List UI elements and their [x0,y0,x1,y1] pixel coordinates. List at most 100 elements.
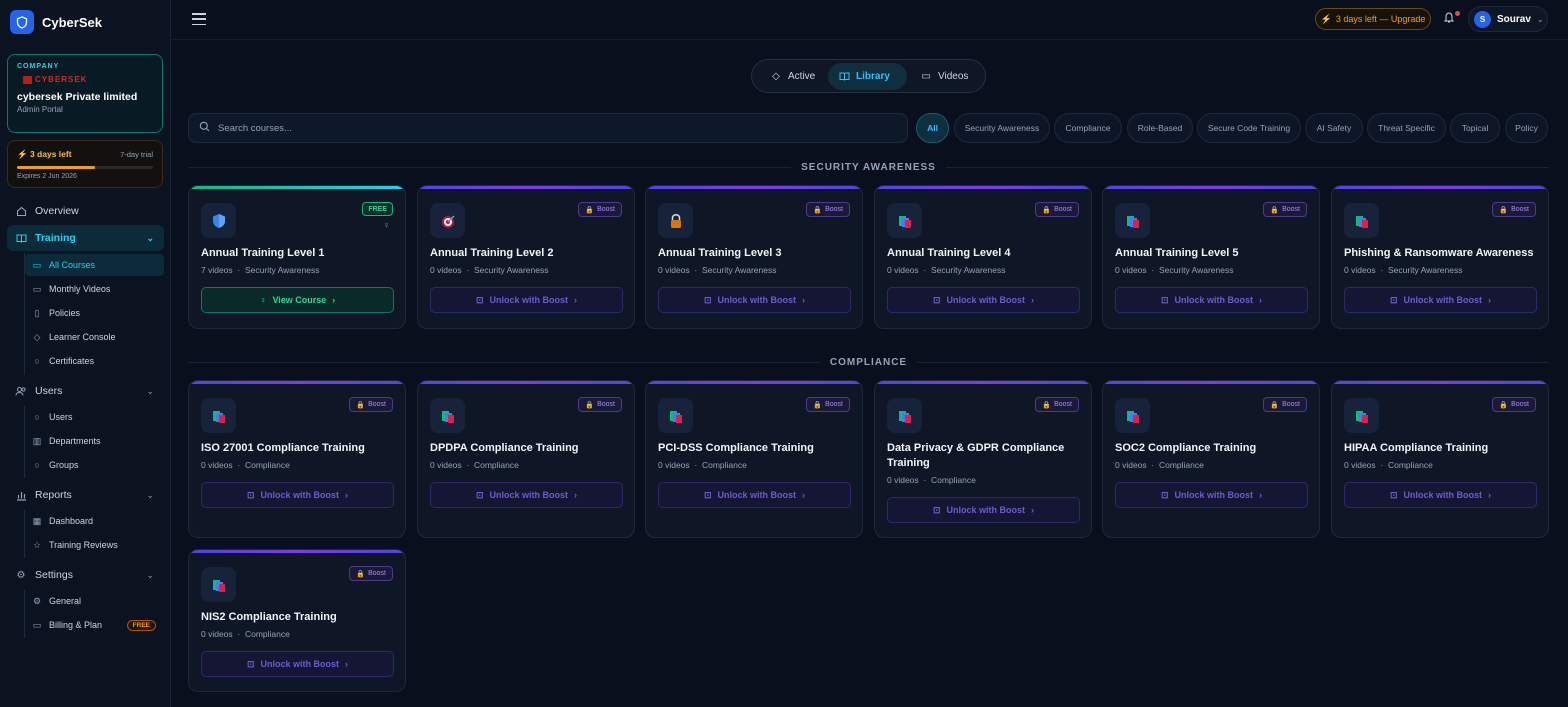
sidebar-item-users[interactable]: Users ⌄ [7,378,164,404]
unlock-with-boost-button[interactable]: ⊡ Unlock with Boost › [430,482,623,508]
course-title: Annual Training Level 1 [201,247,325,259]
company-name: cybersek Private limited [17,91,138,103]
filter-chip-security-awareness[interactable]: Security Awareness [954,113,1050,143]
books-icon [1115,203,1150,238]
sidebar: CyberSek COMPANY CYBERSEK cybersek Priva… [0,0,171,707]
lock-icon: ⊡ [1160,294,1169,305]
unlock-with-boost-button[interactable]: ⊡ Unlock with Boost › [658,482,851,508]
course-title: Annual Training Level 3 [658,247,782,259]
filter-chip-threat-specific[interactable]: Threat Specific [1367,113,1446,143]
sidebar-subitem-general[interactable]: ⚙ General [25,590,164,612]
course-meta: 0 videos · Compliance [1344,460,1433,470]
lock-icon: 🔒 [585,401,595,409]
trial-card[interactable]: ⚡ 3 days left 7-day trial Expires 2 Jun … [7,140,163,188]
sidebar-item-training[interactable]: Training ⌄ [7,225,164,251]
course-meta: 0 videos · Security Awareness [1115,265,1234,275]
course-card[interactable]: 🔒 Boost NIS2 Compliance Training 0 videos ·… [188,549,406,692]
course-card[interactable]: 🔒 Boost Annual Training Level 2 0 videos · … [417,185,635,329]
unlock-with-boost-button[interactable]: ⊡ Unlock with Boost › [1344,287,1537,313]
company-label: COMPANY [17,63,60,70]
unlock-with-boost-button[interactable]: ⊡ Unlock with Boost › [201,651,394,677]
sidebar-subitem-learner-console[interactable]: ◇ Learner Console [25,326,164,348]
upgrade-button[interactable]: ⚡ 3 days left — Upgrade [1315,8,1431,30]
sidebar-subitem-users[interactable]: ○ Users [25,406,164,428]
books-icon [201,567,236,602]
sidebar-subitem-dashboard[interactable]: ▦ Dashboard [25,510,164,532]
menu-icon[interactable] [192,12,206,26]
filter-chip-policy[interactable]: Policy [1505,113,1548,143]
lock-icon: 🔒 [585,206,595,214]
tab-library[interactable]: Library [828,63,907,90]
course-card[interactable]: 🔒 Boost SOC2 Compliance Training 0 videos ·… [1102,380,1320,538]
sidebar-subitem-training-reviews[interactable]: ☆ Training Reviews [25,534,164,556]
course-card[interactable]: 🔒 Boost Data Privacy & GDPR Compliance Tra… [874,380,1092,538]
course-card[interactable]: 🔒 Boost ISO 27001 Compliance Training 0 vid… [188,380,406,538]
card-accent-bar [875,381,1091,384]
video-icon: ▭ [32,283,42,294]
course-card[interactable]: 🔒 Boost Annual Training Level 4 0 videos · … [874,185,1092,329]
unlock-with-boost-button[interactable]: ⊡ Unlock with Boost › [658,287,851,313]
lock-icon: 🔒 [1042,206,1052,214]
course-meta: 7 videos · Security Awareness [201,265,320,275]
users-icon [15,385,27,397]
unlock-with-boost-button[interactable]: ⊡ Unlock with Boost › [1115,287,1308,313]
sidebar-subitem-policies[interactable]: ▯ Policies [25,302,164,324]
course-card[interactable]: 🔒 Boost PCI-DSS Compliance Training 0 video… [645,380,863,538]
course-card[interactable]: FREE ♀ Annual Training Level 1 7 videos · S… [188,185,406,329]
view-course-button[interactable]: ♀ View Course › [201,287,394,313]
course-card[interactable]: 🔒 Boost Annual Training Level 3 0 videos · … [645,185,863,329]
books-icon [658,398,693,433]
company-card: COMPANY CYBERSEK cybersek Private limite… [7,54,163,133]
unlock-with-boost-button[interactable]: ⊡ Unlock with Boost › [1344,482,1537,508]
search-input[interactable]: Search courses... [188,113,908,143]
graduation-cap-icon: ◇ [33,331,41,342]
course-card[interactable]: 🔒 Boost Phishing & Ransomware Awareness 0 v… [1331,185,1549,329]
course-meta: 0 videos · Compliance [201,460,290,470]
sidebar-subitem-departments[interactable]: ▥ Departments [25,430,164,452]
lock-icon: 🔒 [1499,401,1509,409]
sidebar-item-settings[interactable]: ⚙ Settings ⌄ [7,562,164,588]
chevron-down-icon: ⌄ [146,569,154,580]
tab-videos[interactable]: ▭ Videos [910,63,978,90]
sidebar-subitem-billing[interactable]: ▭ Billing & Plan FREE [25,614,164,636]
unlock-with-boost-button[interactable]: ⊡ Unlock with Boost › [201,482,394,508]
sidebar-subitem-monthly-videos[interactable]: ▭ Monthly Videos [25,278,164,300]
course-meta: 0 videos · Compliance [430,460,519,470]
tab-active[interactable]: ◇ Active [760,63,825,90]
course-card[interactable]: 🔒 Boost Annual Training Level 5 0 videos · … [1102,185,1320,329]
course-title: DPDPA Compliance Training [430,442,579,454]
filter-chip-all[interactable]: All [916,113,949,143]
filter-chip-secure-code-training[interactable]: Secure Code Training [1197,113,1301,143]
sidebar-item-reports[interactable]: Reports ⌄ [7,482,164,508]
filter-chip-topical[interactable]: Topical [1450,113,1500,143]
filter-chip-ai-safety[interactable]: AI Safety [1305,113,1363,143]
unlock-with-boost-button[interactable]: ⊡ Unlock with Boost › [887,497,1080,523]
bell-icon[interactable] [1443,11,1455,27]
user-menu[interactable]: S Sourav ⌄ [1468,6,1548,32]
unlock-with-boost-button[interactable]: ⊡ Unlock with Boost › [887,287,1080,313]
brand[interactable]: CyberSek [10,10,102,34]
search-icon [199,119,210,137]
sidebar-item-overview[interactable]: Overview [7,198,164,224]
chevron-right-icon: › [1031,505,1035,515]
filter-chip-role-based[interactable]: Role-Based [1127,113,1193,143]
boost-badge: 🔒 Boost [349,566,393,581]
sidebar-subitem-all-courses[interactable]: ▭ All Courses [25,254,164,276]
filter-chip-compliance[interactable]: Compliance [1054,113,1122,143]
lock-icon: 🔒 [813,401,823,409]
chevron-right-icon: › [345,490,349,500]
unlock-with-boost-button[interactable]: ⊡ Unlock with Boost › [430,287,623,313]
trial-expiry: Expires 2 Jun 2026 [17,173,77,180]
sidebar-subitem-groups[interactable]: ○ Groups [25,454,164,476]
course-meta: 0 videos · Compliance [201,629,290,639]
boost-badge: 🔒 Boost [1035,202,1079,217]
course-card[interactable]: 🔒 Boost HIPAA Compliance Training 0 videos … [1331,380,1549,538]
course-title: Annual Training Level 2 [430,247,554,259]
sidebar-item-label: Overview [35,205,79,217]
sidebar-subitem-certificates[interactable]: ○ Certificates [25,350,164,372]
course-title: ISO 27001 Compliance Training [201,442,365,454]
course-card[interactable]: 🔒 Boost DPDPA Compliance Training 0 videos … [417,380,635,538]
unlock-with-boost-button[interactable]: ⊡ Unlock with Boost › [1115,482,1308,508]
card-accent-bar [418,381,634,384]
card-accent-bar [1332,381,1548,384]
